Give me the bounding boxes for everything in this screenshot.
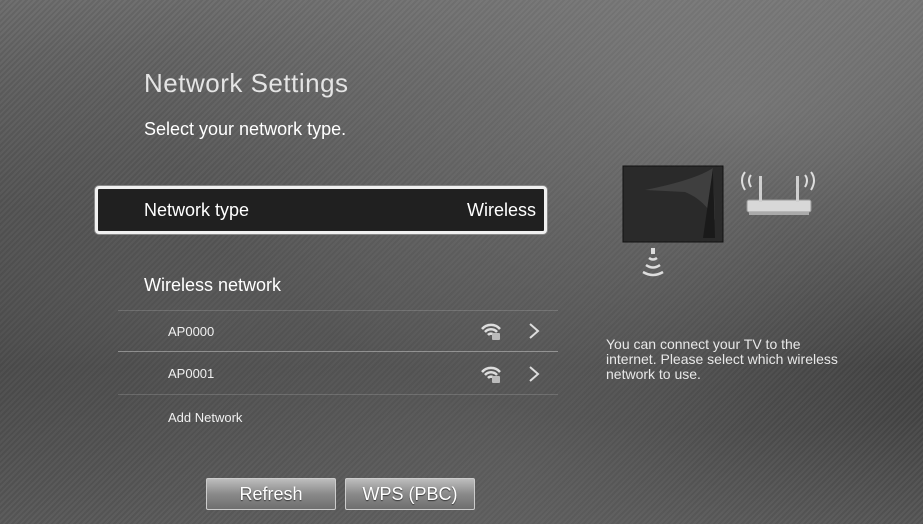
background: Network Settings Select your network typ… [0,0,923,524]
page-title: Network Settings [144,68,349,98]
chevron-right-icon [529,365,540,382]
page-subtitle: Select your network type. [144,119,347,139]
wireless-network-heading: Wireless network [144,275,282,295]
refresh-button[interactable]: Refresh [206,478,336,510]
wifi-signal-icon [481,323,501,340]
help-text: You can connect your TV to the internet.… [606,336,838,382]
add-network-button[interactable]: Add Network [118,396,558,438]
network-list-item[interactable]: AP0000 [118,310,558,352]
network-type-value: Wireless [466,199,536,220]
network-name: AP0000 [168,323,215,339]
connection-illustration [622,165,815,277]
wifi-signal-icon [481,366,501,383]
network-type-selector[interactable]: Network type Wireless [95,186,547,234]
network-list-item[interactable]: AP0001 [118,353,558,395]
add-network-label: Add Network [168,409,243,425]
chevron-right-icon [529,323,540,339]
network-type-label: Network type [144,199,250,220]
wifi-signal-icon [642,248,664,277]
tv-icon [622,165,724,243]
network-name: AP0001 [168,366,215,381]
router-icon [741,171,815,215]
wps-pbc-button[interactable]: WPS (PBC) [345,478,475,510]
